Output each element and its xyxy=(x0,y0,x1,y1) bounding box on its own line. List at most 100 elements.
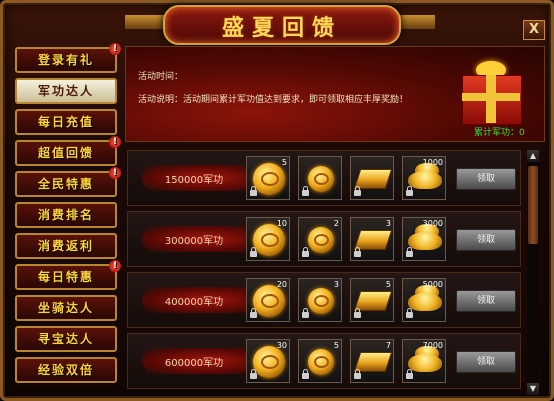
sidebar-item-spend-rank[interactable]: 消费排名 xyxy=(15,202,117,228)
gold-bar-icon xyxy=(353,291,393,311)
window-title: 盛夏回馈 xyxy=(221,15,342,41)
alert-badge-icon: ! xyxy=(109,167,121,179)
gold-orb-icon xyxy=(308,166,334,192)
sidebar-item-label: 全民特惠 xyxy=(37,177,94,191)
gift-box-icon xyxy=(456,55,530,125)
item-count: 3000 xyxy=(422,219,443,228)
reward-row: 400000军功 20 3 5 5000 领取 xyxy=(127,272,521,328)
sidebar-item-label: 消费排名 xyxy=(37,208,94,222)
sidebar-item-label: 超值回馈 xyxy=(37,146,94,160)
reward-slot[interactable]: 3 xyxy=(298,278,342,322)
lock-icon xyxy=(354,308,361,318)
scroll-up-arrow-icon[interactable]: ▲ xyxy=(527,150,539,162)
item-count: 5 xyxy=(385,280,391,289)
reward-slot[interactable]: 2 xyxy=(298,217,342,261)
alert-badge-icon: ! xyxy=(109,43,121,55)
reward-slot[interactable]: 5000 xyxy=(402,278,446,322)
item-count: 5 xyxy=(281,158,287,167)
gold-orb-icon xyxy=(308,288,334,314)
gold-medal-icon xyxy=(253,163,285,195)
lock-icon xyxy=(250,308,257,318)
sidebar-item-merit-master[interactable]: 军功达人 xyxy=(15,78,117,104)
lock-icon xyxy=(406,186,413,196)
reward-slot[interactable]: 5 xyxy=(246,156,290,200)
gold-medal-icon xyxy=(253,285,285,317)
sidebar-item-daily-special[interactable]: 每日特惠 ! xyxy=(15,260,121,290)
sidebar-item-spend-rebate[interactable]: 消费返利 xyxy=(15,233,117,259)
sidebar-item-label: 寻宝达人 xyxy=(37,332,94,346)
sidebar-item-login-gift[interactable]: 登录有礼 ! xyxy=(15,43,121,73)
gold-bar-icon xyxy=(353,230,393,250)
item-count: 3 xyxy=(333,280,339,289)
lock-icon xyxy=(354,369,361,379)
lock-icon xyxy=(406,308,413,318)
reward-slot[interactable]: 5 xyxy=(298,339,342,383)
sidebar-item-treasure-master[interactable]: 寻宝达人 xyxy=(15,326,117,352)
claim-button[interactable]: 领取 xyxy=(456,168,516,190)
scroll-thumb[interactable] xyxy=(528,166,538,244)
sidebar-item-value-return[interactable]: 超值回馈 ! xyxy=(15,136,121,166)
sidebar-item-double-exp[interactable]: 经验双倍 xyxy=(15,357,117,383)
reward-slot[interactable]: 7 xyxy=(350,339,394,383)
item-count: 7 xyxy=(385,341,391,350)
reward-slot[interactable] xyxy=(298,156,342,200)
sidebar-item-all-discount[interactable]: 全民特惠 ! xyxy=(15,167,121,197)
sidebar-item-label: 军功达人 xyxy=(37,84,94,98)
alert-badge-icon: ! xyxy=(109,136,121,148)
reward-row: 300000军功 10 2 3 3000 领取 xyxy=(127,211,521,267)
sidebar-item-label: 每日充值 xyxy=(37,115,94,129)
reward-slot[interactable]: 7000 xyxy=(402,339,446,383)
event-time: 活动时间： xyxy=(138,72,184,82)
sidebar-item-label: 登录有礼 xyxy=(37,53,94,67)
item-count: 5000 xyxy=(422,280,443,289)
sidebar-item-daily-recharge[interactable]: 每日充值 xyxy=(15,109,117,135)
window-title-plate: 盛夏回馈 xyxy=(163,5,401,45)
reward-slot[interactable]: 5 xyxy=(350,278,394,322)
reward-list-scrollbar[interactable]: ▲ ▼ xyxy=(527,150,539,395)
requirement-label: 300000军功 xyxy=(142,226,246,252)
gold-medal-icon xyxy=(253,224,285,256)
title-ornament-left xyxy=(125,15,165,29)
event-sidebar: 登录有礼 ! 军功达人 每日充值 超值回馈 ! 全民特惠 ! 消费排名 消费返利… xyxy=(13,43,121,397)
lock-icon xyxy=(302,186,309,196)
item-count: 7000 xyxy=(422,341,443,350)
alert-badge-icon: ! xyxy=(109,260,121,272)
gold-orb-icon xyxy=(308,227,334,253)
scroll-down-arrow-icon[interactable]: ▼ xyxy=(527,383,539,395)
sidebar-item-label: 每日特惠 xyxy=(37,270,94,284)
item-count: 1000 xyxy=(422,158,443,167)
lock-icon xyxy=(354,247,361,257)
item-count: 2 xyxy=(333,219,339,228)
lock-icon xyxy=(250,247,257,257)
lock-icon xyxy=(302,308,309,318)
reward-slot[interactable]: 10 xyxy=(246,217,290,261)
reward-slot[interactable]: 3000 xyxy=(402,217,446,261)
event-window: 盛夏回馈 X 登录有礼 ! 军功达人 每日充值 超值回馈 ! 全民特惠 ! 消费… xyxy=(0,0,554,401)
requirement-label: 400000军功 xyxy=(142,287,246,313)
claim-button[interactable]: 领取 xyxy=(456,290,516,312)
reward-slot[interactable]: 20 xyxy=(246,278,290,322)
sidebar-item-label: 消费返利 xyxy=(37,239,94,253)
gold-bar-icon xyxy=(353,169,393,189)
claim-button[interactable]: 领取 xyxy=(456,229,516,251)
claim-button[interactable]: 领取 xyxy=(456,351,516,373)
item-count: 10 xyxy=(276,219,287,228)
reward-slot[interactable]: 30 xyxy=(246,339,290,383)
sidebar-item-label: 坐骑达人 xyxy=(37,301,94,315)
reward-row: 150000军功 5 1000 领取 xyxy=(127,150,521,206)
reward-slot[interactable] xyxy=(350,156,394,200)
requirement-label: 150000军功 xyxy=(142,165,246,191)
gold-medal-icon xyxy=(253,346,285,378)
sidebar-item-mount-master[interactable]: 坐骑达人 xyxy=(15,295,117,321)
title-ornament-right xyxy=(395,15,435,29)
item-count: 30 xyxy=(276,341,287,350)
item-count: 3 xyxy=(385,219,391,228)
item-count: 20 xyxy=(276,280,287,289)
lock-icon xyxy=(354,186,361,196)
close-button[interactable]: X xyxy=(523,20,545,40)
requirement-label: 600000军功 xyxy=(142,348,246,374)
reward-slot[interactable]: 1000 xyxy=(402,156,446,200)
sidebar-item-label: 经验双倍 xyxy=(37,363,94,377)
reward-slot[interactable]: 3 xyxy=(350,217,394,261)
gold-bar-icon xyxy=(353,352,393,372)
